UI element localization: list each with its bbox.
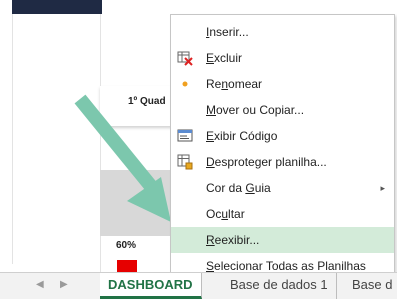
- menu-item-mover-copiar[interactable]: Mover ou Copiar...: [171, 97, 394, 123]
- submenu-arrow-icon: ▸: [380, 183, 385, 193]
- menu-item-label: Renomear: [206, 77, 263, 91]
- tab-dashboard[interactable]: DASHBOARD: [100, 273, 202, 299]
- delete-sheet-icon: [177, 51, 193, 66]
- menu-item-excluir[interactable]: Excluir: [171, 45, 394, 71]
- menu-item-label: Exibir Código: [206, 129, 278, 143]
- menu-item-renomear[interactable]: Renomear: [171, 71, 394, 97]
- menu-item-inserir[interactable]: Inserir...: [171, 19, 394, 45]
- view-code-icon: [177, 129, 193, 142]
- menu-item-label: Ocultar: [206, 207, 245, 221]
- menu-item-label: Reexibir...: [206, 233, 260, 247]
- menu-item-label: Inserir...: [206, 25, 249, 39]
- tab-base-de-dados-1[interactable]: Base de dados 1: [222, 273, 337, 299]
- menu-item-label: Desproteger planilha...: [206, 155, 327, 169]
- scroll-tabs-right-icon[interactable]: ▶: [60, 279, 68, 290]
- sheet-context-menu: Inserir... Excluir Renomear Mover ou Cop…: [170, 14, 395, 276]
- menu-item-ocultar[interactable]: Ocultar: [171, 201, 394, 227]
- scroll-tabs-left-icon[interactable]: ◀: [36, 279, 44, 290]
- rename-dot-icon: [182, 81, 188, 87]
- unprotect-sheet-icon: [177, 154, 193, 170]
- menu-item-label: Excluir: [206, 51, 243, 65]
- menu-item-label: Mover ou Copiar...: [206, 103, 305, 117]
- tab-base-de-dados-2[interactable]: Base d: [344, 273, 397, 299]
- menu-item-cor-da-guia[interactable]: Cor da Guia ▸: [171, 175, 394, 201]
- sheet-tab-bar: ◀ ▶ DASHBOARD Base de dados 1 Base d: [0, 272, 397, 299]
- menu-item-desproteger[interactable]: Desproteger planilha...: [171, 149, 394, 175]
- menu-item-reexibir[interactable]: Reexibir...: [171, 227, 394, 253]
- menu-item-label: Cor da Guia: [206, 181, 271, 195]
- menu-item-exibir-codigo[interactable]: Exibir Código: [171, 123, 394, 149]
